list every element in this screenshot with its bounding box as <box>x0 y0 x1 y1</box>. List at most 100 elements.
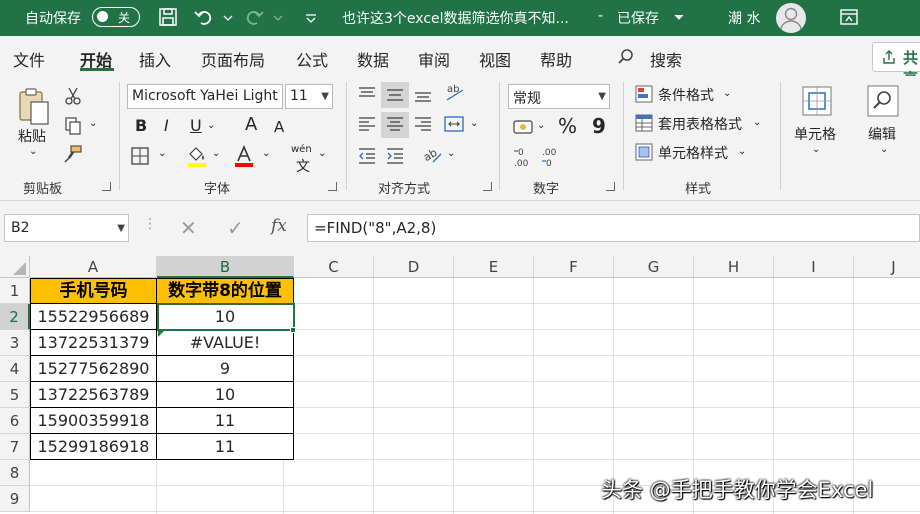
decrease-decimal-icon[interactable]: .00 0 <box>540 146 564 168</box>
format-painter-icon[interactable] <box>63 144 83 164</box>
font-launcher-icon[interactable] <box>328 182 337 191</box>
row-header-3[interactable]: 3 <box>0 330 30 356</box>
tab-file[interactable]: 文件 <box>13 47 45 71</box>
paste-label[interactable]: 粘贴 <box>18 126 46 146</box>
cell-b5[interactable]: 10 <box>157 382 294 408</box>
increase-font-button[interactable]: A <box>245 114 257 135</box>
align-top-icon[interactable] <box>357 84 377 104</box>
italic-button[interactable]: I <box>164 116 169 135</box>
format-as-table-button[interactable]: 套用表格格式 <box>658 114 742 134</box>
tab-page-layout[interactable]: 页面布局 <box>201 47 265 71</box>
column-header-c[interactable]: C <box>294 256 374 278</box>
cell-a5[interactable]: 13722563789 <box>30 382 157 408</box>
find-icon[interactable] <box>866 84 900 118</box>
font-color-dropdown-icon[interactable]: ⌄ <box>262 148 270 159</box>
row-header-9[interactable]: 9 <box>0 486 30 512</box>
underline-button[interactable]: U <box>190 116 202 135</box>
cell-a1[interactable]: 手机号码 <box>30 278 157 304</box>
redo-dropdown-icon[interactable] <box>267 6 283 28</box>
format-as-table-icon[interactable] <box>634 113 654 133</box>
column-header-a[interactable]: A <box>30 256 157 278</box>
font-name-select[interactable]: Microsoft YaHei Light <box>127 84 283 109</box>
error-indicator-icon[interactable] <box>158 331 164 337</box>
select-all-corner[interactable] <box>0 256 30 278</box>
increase-indent-icon[interactable] <box>385 146 405 166</box>
search-icon[interactable] <box>617 48 635 66</box>
fill-handle[interactable] <box>290 327 296 333</box>
share-button[interactable]: 共享 <box>872 42 920 88</box>
increase-decimal-icon[interactable]: 0.00 <box>512 146 536 168</box>
tab-help[interactable]: 帮助 <box>540 47 572 71</box>
cell-a4[interactable]: 15277562890 <box>30 356 157 382</box>
borders-icon[interactable] <box>130 146 150 166</box>
row-header-4[interactable]: 4 <box>0 356 30 382</box>
cell-b1[interactable]: 数字带8的位置 <box>157 278 294 304</box>
cell-a2[interactable]: 15522956689 <box>30 304 157 330</box>
fill-color-dropdown-icon[interactable]: ⌄ <box>212 148 220 159</box>
align-right-icon[interactable] <box>413 114 433 134</box>
column-header-f[interactable]: F <box>534 256 614 278</box>
cut-icon[interactable] <box>64 86 82 106</box>
bold-button[interactable]: B <box>135 116 147 135</box>
align-center-icon[interactable] <box>381 112 409 138</box>
formula-input[interactable]: =FIND("8",A2,8) <box>307 214 920 242</box>
tab-data[interactable]: 数据 <box>357 47 389 71</box>
tab-view[interactable]: 视图 <box>479 47 511 71</box>
column-header-j[interactable]: J <box>854 256 920 278</box>
number-format-select[interactable]: 常规 ▼ <box>508 84 610 109</box>
user-name[interactable]: 潮 水 <box>728 8 760 28</box>
insert-function-icon[interactable]: fx <box>271 216 287 236</box>
paste-dropdown-icon[interactable]: ⌄ <box>29 146 37 157</box>
customize-qat-icon[interactable] <box>300 6 316 28</box>
orientation-dropdown-icon[interactable]: ⌄ <box>447 148 455 159</box>
cell-b7[interactable]: 11 <box>157 434 294 460</box>
name-box[interactable]: B2 ▼ <box>4 214 129 242</box>
cell-b4[interactable]: 9 <box>157 356 294 382</box>
column-header-b[interactable]: B <box>157 256 294 278</box>
row-header-7[interactable]: 7 <box>0 434 30 460</box>
cell-b6[interactable]: 11 <box>157 408 294 434</box>
tab-formulas[interactable]: 公式 <box>296 47 328 71</box>
column-header-i[interactable]: I <box>774 256 854 278</box>
number-launcher-icon[interactable] <box>606 182 615 191</box>
copy-dropdown-icon[interactable]: ⌄ <box>89 118 97 129</box>
font-size-select[interactable]: 11 ▼ <box>285 84 333 109</box>
phonetic-dropdown-icon[interactable]: ⌄ <box>318 148 326 159</box>
borders-dropdown-icon[interactable]: ⌄ <box>158 148 166 159</box>
more-options-icon[interactable]: ⋮ <box>143 216 157 232</box>
cell-b2[interactable]: 10 <box>157 304 294 330</box>
fill-color-icon[interactable] <box>186 144 208 168</box>
cell-b3[interactable]: #VALUE! <box>157 330 294 356</box>
cell-a6[interactable]: 15900359918 <box>30 408 157 434</box>
undo-icon[interactable] <box>193 6 215 28</box>
cell-a7[interactable]: 15299186918 <box>30 434 157 460</box>
cell-a3[interactable]: 13722531379 <box>30 330 157 356</box>
save-icon[interactable] <box>157 6 179 28</box>
column-header-g[interactable]: G <box>614 256 694 278</box>
document-title[interactable]: 也许这3个excel数据筛选你真不知... <box>342 8 569 28</box>
percent-button[interactable]: % <box>558 114 577 138</box>
table-dropdown-icon[interactable]: ⌄ <box>753 117 761 128</box>
cells-icon[interactable] <box>800 84 834 118</box>
alignment-launcher-icon[interactable] <box>483 182 492 191</box>
underline-dropdown-icon[interactable]: ⌄ <box>207 120 215 131</box>
cells-button[interactable]: 单元格 <box>794 124 836 144</box>
align-left-icon[interactable] <box>357 114 377 134</box>
decrease-indent-icon[interactable] <box>357 146 377 166</box>
clipboard-launcher-icon[interactable] <box>102 182 111 191</box>
title-dropdown-icon[interactable] <box>668 6 684 28</box>
cell-styles-dropdown-icon[interactable]: ⌄ <box>738 146 746 157</box>
cell-styles-icon[interactable] <box>634 142 654 162</box>
column-header-h[interactable]: H <box>694 256 774 278</box>
comma-button[interactable]: 9 <box>592 114 606 138</box>
autosave-toggle[interactable]: 关 <box>92 7 140 27</box>
conditional-formatting-icon[interactable] <box>634 84 654 104</box>
decrease-font-button[interactable]: A <box>274 118 284 136</box>
row-header-5[interactable]: 5 <box>0 382 30 408</box>
user-avatar[interactable] <box>776 3 806 33</box>
copy-icon[interactable] <box>63 116 83 136</box>
orientation-icon[interactable]: ab <box>421 144 443 166</box>
row-header-2[interactable]: 2 <box>0 304 30 330</box>
undo-dropdown-icon[interactable] <box>217 6 233 28</box>
cell-styles-button[interactable]: 单元格样式 <box>658 143 728 163</box>
